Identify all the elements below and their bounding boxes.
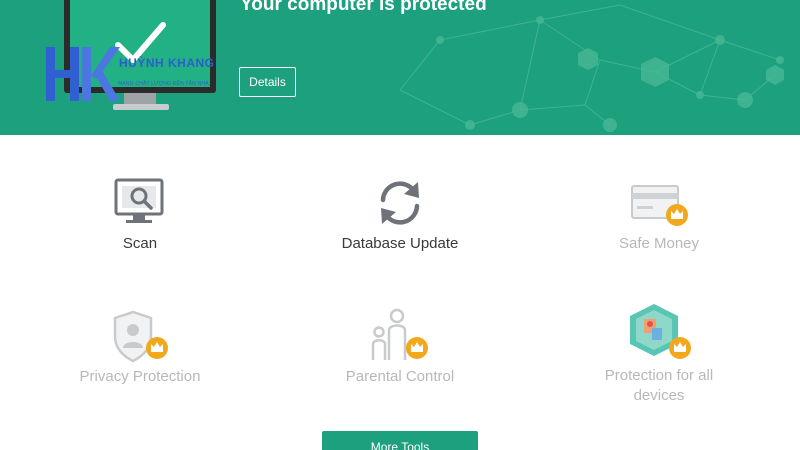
tile-scan[interactable]: Scan — [30, 172, 250, 262]
tile-parental-control-label: Parental Control — [345, 368, 455, 385]
refresh-icon — [380, 181, 420, 225]
watermark-logo: HUỲNH KHANG MANG CHẤT LƯỢNG ĐẾN TẬN NHÀ — [44, 44, 244, 106]
tile-privacy-protection-label: Privacy Protection — [79, 368, 201, 385]
scan-monitor-icon — [114, 178, 164, 223]
tile-scan-label: Scan — [122, 235, 158, 252]
family-icon — [371, 308, 428, 360]
hk-logo-mark — [46, 47, 120, 101]
tile-protection-all-devices-label: Protection for all devices — [604, 367, 714, 404]
tile-privacy-protection[interactable]: Privacy Protection — [30, 306, 250, 396]
tile-database-update-label: Database Update — [341, 235, 459, 252]
protection-status-title: Your computer is protected — [240, 0, 487, 15]
details-button[interactable]: Details — [239, 67, 296, 97]
watermark-name: HUỲNH KHANG — [119, 56, 215, 70]
credit-card-icon — [631, 185, 688, 226]
watermark-slogan: MANG CHẤT LƯỢNG ĐẾN TẬN NHÀ — [118, 81, 209, 87]
more-tools-button[interactable]: More Tools — [322, 431, 478, 450]
tile-protection-all-devices[interactable]: Protection for all devices — [549, 300, 769, 410]
tile-safe-money-label: Safe Money — [618, 235, 700, 252]
shield-user-icon — [113, 310, 168, 363]
status-header: Your computer is protected Details HUỲNH… — [0, 0, 800, 135]
tile-parental-control[interactable]: Parental Control — [290, 306, 510, 396]
tile-database-update[interactable]: Database Update — [290, 172, 510, 262]
tile-safe-money[interactable]: Safe Money — [549, 172, 769, 262]
devices-map-icon — [630, 304, 691, 359]
